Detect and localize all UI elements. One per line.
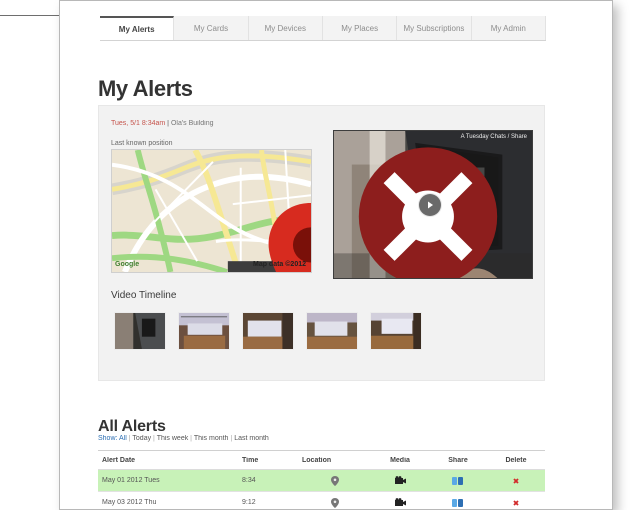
video-title-overlay: A Tuesday Chats / Share	[460, 134, 527, 140]
timeline-thumbnail-1[interactable]	[114, 312, 166, 350]
map-brand-label: Google	[115, 261, 140, 268]
alert-location: Ola's Building	[170, 120, 214, 127]
tab-my-subscriptions[interactable]: My Subscriptions	[397, 16, 472, 40]
column-header-location[interactable]: Location	[298, 457, 371, 464]
timeline-thumbnail-4[interactable]	[306, 312, 358, 350]
video-icon[interactable]	[371, 497, 429, 508]
alert-time-cell: 8:34	[242, 477, 256, 484]
thumbnail-image	[179, 313, 229, 349]
column-header-media[interactable]: Media	[371, 457, 429, 464]
column-header-time[interactable]: Time	[238, 457, 298, 464]
tab-my-places[interactable]: My Places	[323, 16, 398, 40]
alert-time-cell: 9:12	[242, 499, 256, 506]
alert-time: Tues, 5/1 8:34am	[111, 120, 166, 127]
alert-filter-row: Show: All | Today | This week | This mon…	[98, 435, 358, 442]
filter-separator: |	[190, 435, 192, 442]
browser-window: My Alerts My Cards My Devices My Places …	[59, 0, 613, 510]
tab-my-admin[interactable]: My Admin	[472, 16, 546, 40]
share-icon[interactable]	[429, 476, 487, 486]
latest-alert-panel: Tues, 5/1 8:34am | Ola's Building Last k…	[98, 105, 545, 381]
alert-map[interactable]: Google Map data ©2012	[111, 149, 312, 273]
delete-icon[interactable]	[487, 498, 545, 508]
table-row[interactable]: May 01 2012 Tues 8:34	[98, 470, 545, 492]
column-header-share[interactable]: Share	[429, 457, 487, 464]
filter-separator: |	[128, 435, 131, 442]
video-icon	[395, 497, 406, 506]
filter-this-week[interactable]: This week	[157, 435, 189, 442]
thumbnail-image	[307, 313, 357, 349]
delete-icon	[513, 499, 519, 506]
main-tab-bar: My Alerts My Cards My Devices My Places …	[100, 16, 546, 41]
tab-my-devices[interactable]: My Devices	[249, 16, 323, 40]
play-triangle-icon	[428, 201, 433, 209]
video-timeline-strip	[114, 312, 434, 350]
background-divider	[0, 15, 60, 16]
map-caption: Last known position	[111, 140, 173, 147]
timeline-thumbnail-2[interactable]	[178, 312, 230, 350]
video-icon	[395, 475, 406, 484]
thumbnail-image	[115, 313, 165, 349]
all-alerts-table: Alert Date Time Location Media Share Del…	[98, 450, 545, 509]
latest-alert-meta: Tues, 5/1 8:34am | Ola's Building	[111, 120, 276, 128]
thumbnail-image	[243, 313, 293, 349]
alert-date-cell: May 03 2012 Thu	[102, 499, 157, 506]
play-icon[interactable]	[418, 193, 442, 217]
video-timeline-title: Video Timeline	[111, 290, 177, 301]
delete-icon	[513, 477, 519, 484]
tab-my-cards[interactable]: My Cards	[174, 16, 249, 40]
alert-date-cell: May 01 2012 Tues	[102, 477, 160, 484]
share-icon	[452, 498, 463, 507]
filter-separator: |	[153, 435, 155, 442]
filter-last-month[interactable]: Last month	[234, 435, 269, 442]
screenshot-stage: My Alerts My Cards My Devices My Places …	[0, 0, 631, 510]
share-icon[interactable]	[429, 498, 487, 508]
location-icon[interactable]	[298, 475, 371, 486]
location-icon	[330, 497, 339, 508]
table-header-row: Alert Date Time Location Media Share Del…	[98, 451, 545, 470]
delete-icon[interactable]	[487, 476, 545, 486]
location-icon[interactable]	[298, 497, 371, 508]
map-data-label: Map data ©2012	[252, 261, 306, 268]
page-title: My Alerts	[98, 75, 193, 101]
column-header-alert-date[interactable]: Alert Date	[98, 457, 238, 464]
alert-video-player[interactable]: A Tuesday Chats / Share	[333, 130, 533, 279]
tab-my-alerts[interactable]: My Alerts	[100, 16, 175, 40]
filter-this-month[interactable]: This month	[194, 435, 229, 442]
filter-today[interactable]: Today	[132, 435, 151, 442]
table-row[interactable]: May 03 2012 Thu 9:12	[98, 492, 545, 509]
column-header-delete[interactable]: Delete	[487, 457, 545, 464]
all-alerts-title: All Alerts	[98, 418, 166, 436]
timeline-thumbnail-5[interactable]	[370, 312, 422, 350]
thumbnail-image	[371, 313, 421, 349]
timeline-thumbnail-3[interactable]	[242, 312, 294, 350]
location-icon	[330, 475, 339, 486]
filter-separator: |	[230, 435, 233, 442]
filter-show-all[interactable]: Show: All	[98, 435, 127, 442]
video-icon[interactable]	[371, 475, 429, 486]
share-icon	[452, 476, 463, 485]
